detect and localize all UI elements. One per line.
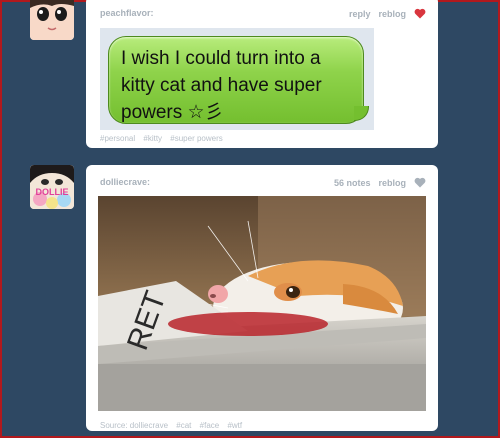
post-header: dolliecrave: 56 notes reblog	[100, 177, 426, 191]
post-username[interactable]: peachflavor:	[100, 8, 154, 18]
tag-link[interactable]: #super powers	[170, 134, 222, 143]
speech-bubble-tail	[354, 106, 369, 121]
photo-image: RET	[98, 196, 426, 411]
avatar-dolliecrave[interactable]: DOLLIE	[30, 165, 74, 209]
like-heart-icon[interactable]	[414, 8, 426, 19]
avatar-image	[30, 0, 74, 40]
avatar-text: DOLLIE	[36, 187, 69, 197]
post-username[interactable]: dolliecrave:	[100, 177, 150, 187]
post-header: peachflavor: reply reblog	[100, 8, 426, 22]
like-heart-icon[interactable]	[414, 177, 426, 188]
post-tags: #personal #kitty #super powers	[100, 134, 229, 143]
cat-in-box-photo[interactable]: RET	[98, 196, 426, 411]
avatar-peachflavor[interactable]	[30, 0, 74, 40]
message-text: I wish I could turn into a kitty cat and…	[121, 48, 322, 123]
post-peachflavor: peachflavor: reply reblog I wish I could…	[86, 0, 438, 148]
reblog-link[interactable]: reblog	[378, 178, 406, 188]
tag-link[interactable]: #face	[200, 421, 220, 430]
post-tags: Source: dolliecrave #cat #face #wtf	[100, 421, 248, 430]
source-link[interactable]: Source: dolliecrave	[100, 421, 168, 430]
message-image: I wish I could turn into a kitty cat and…	[100, 28, 374, 130]
notes-count[interactable]: 56 notes	[334, 178, 371, 188]
speech-bubble: I wish I could turn into a kitty cat and…	[108, 36, 369, 124]
post-actions: 56 notes reblog	[334, 177, 426, 188]
reply-link[interactable]: reply	[349, 9, 371, 19]
reblog-link[interactable]: reblog	[378, 9, 406, 19]
post-dolliecrave: dolliecrave: 56 notes reblog RET Source:…	[86, 165, 438, 431]
tag-link[interactable]: #personal	[100, 134, 135, 143]
tag-link[interactable]: #kitty	[143, 134, 162, 143]
tag-link[interactable]: #wtf	[227, 421, 242, 430]
tag-link[interactable]: #cat	[176, 421, 191, 430]
avatar-image: DOLLIE	[30, 165, 74, 209]
post-actions: reply reblog	[349, 8, 426, 19]
